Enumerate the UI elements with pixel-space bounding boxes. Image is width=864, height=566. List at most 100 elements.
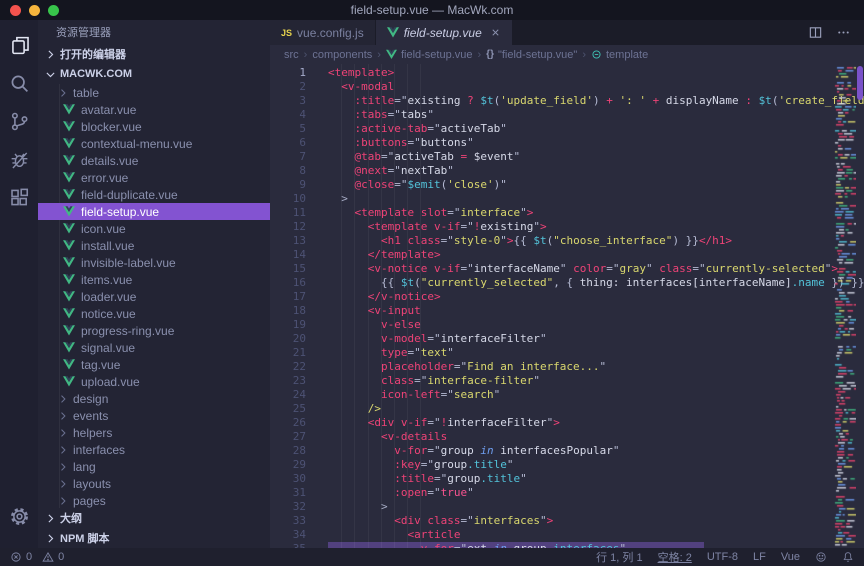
file-item-signal.vue[interactable]: signal.vue — [38, 339, 270, 356]
folder-item-table[interactable]: table — [38, 84, 270, 101]
file-item-upload.vue[interactable]: upload.vue — [38, 373, 270, 390]
breadcrumb-item-src[interactable]: src — [284, 49, 299, 61]
file-item-field-duplicate.vue[interactable]: field-duplicate.vue — [38, 186, 270, 203]
file-item-progress-ring.vue[interactable]: progress-ring.vue — [38, 322, 270, 339]
code-line[interactable]: :key="group.title" — [328, 458, 864, 472]
code-line[interactable]: <template v-if="!existing"> — [328, 220, 864, 234]
code-line[interactable]: icon-left="search" — [328, 388, 864, 402]
breadcrumb-item-components[interactable]: components — [312, 49, 372, 61]
breadcrumb-item-field-setup.vue[interactable]: {}"field-setup.vue" — [486, 49, 577, 61]
file-item-avatar.vue[interactable]: avatar.vue — [38, 101, 270, 118]
status-Vue[interactable]: Vue — [781, 551, 800, 563]
code-line[interactable]: v-for="group in interfacesPopular" — [328, 444, 864, 458]
code-line[interactable]: :title="existing ? $t('update_field') + … — [328, 94, 864, 108]
scrollbar-thumb[interactable] — [857, 66, 863, 100]
activity-extensions[interactable] — [0, 181, 38, 219]
code-line[interactable]: class="interface-filter" — [328, 374, 864, 388]
folder-item-design[interactable]: design — [38, 390, 270, 407]
code-line[interactable]: <v-notice v-if="interfaceName" color="gr… — [328, 262, 864, 276]
folder-item-lang[interactable]: lang — [38, 458, 270, 475]
panel-大纲[interactable]: 大纲 — [38, 508, 270, 528]
line-number: 2 — [270, 80, 306, 94]
feedback-button[interactable] — [815, 551, 827, 563]
code-line[interactable]: <template> — [328, 66, 864, 80]
problems-status[interactable]: 00 — [10, 551, 64, 563]
code-line[interactable]: <v-details — [328, 430, 864, 444]
code-line[interactable]: type="text" — [328, 346, 864, 360]
tab-field-setup.vue[interactable]: field-setup.vue — [376, 20, 513, 45]
open-editors-section[interactable]: 打开的编辑器 — [38, 44, 270, 64]
folder-item-pages[interactable]: pages — [38, 492, 270, 508]
activity-search[interactable] — [0, 67, 38, 105]
code-line[interactable]: :active-tab="activeTab" — [328, 122, 864, 136]
file-item-contextual-menu.vue[interactable]: contextual-menu.vue — [38, 135, 270, 152]
code-line[interactable]: /> — [328, 402, 864, 416]
code-line[interactable]: :buttons="buttons" — [328, 136, 864, 150]
code-line[interactable]: <div v-if="!interfaceFilter"> — [328, 416, 864, 430]
code-line[interactable]: <h1 class="style-0">{{ $t("choose_interf… — [328, 234, 864, 248]
breadcrumb-item-template[interactable]: template — [591, 49, 648, 61]
more-actions-button[interactable] — [836, 25, 851, 40]
code-line[interactable]: placeholder="Find an interface..." — [328, 360, 864, 374]
folder-item-helpers[interactable]: helpers — [38, 424, 270, 441]
project-root-section[interactable]: MACWK.COM — [38, 64, 270, 84]
code-line[interactable]: v-for="ext in group.interfaces" — [328, 542, 864, 548]
zoom-window-button[interactable] — [48, 5, 59, 16]
folder-item-events[interactable]: events — [38, 407, 270, 424]
code-line[interactable]: :open="true" — [328, 486, 864, 500]
tab-vue.config.js[interactable]: JSvue.config.js — [270, 20, 376, 45]
code-line[interactable]: v-else — [328, 318, 864, 332]
file-item-icon.vue[interactable]: icon.vue — [38, 220, 270, 237]
code-line[interactable]: <div class="interfaces"> — [328, 514, 864, 528]
split-editor-button[interactable] — [808, 25, 823, 40]
file-item-install.vue[interactable]: install.vue — [38, 237, 270, 254]
code-line[interactable]: </template> — [328, 248, 864, 262]
code-line[interactable]: :tabs="tabs" — [328, 108, 864, 122]
file-item-notice.vue[interactable]: notice.vue — [38, 305, 270, 322]
folder-item-interfaces[interactable]: interfaces — [38, 441, 270, 458]
file-item-invisible-label.vue[interactable]: invisible-label.vue — [38, 254, 270, 271]
status-2[interactable]: 空格: 2 — [658, 549, 692, 565]
token: $t — [480, 94, 493, 107]
status-UTF8[interactable]: UTF-8 — [707, 551, 738, 563]
code-line[interactable]: <template slot="interface"> — [328, 206, 864, 220]
file-item-items.vue[interactable]: items.vue — [38, 271, 270, 288]
code-line[interactable]: @tab="activeTab = $event" — [328, 150, 864, 164]
code-line[interactable]: @close="$emit('close')" — [328, 178, 864, 192]
activity-explorer[interactable] — [0, 29, 38, 67]
status-LF[interactable]: LF — [753, 551, 766, 563]
file-item-field-setup.vue[interactable]: field-setup.vue — [38, 203, 270, 220]
status-11[interactable]: 行 1, 列 1 — [596, 549, 642, 565]
code-line[interactable]: </v-notice> — [328, 290, 864, 304]
notifications-button[interactable] — [842, 551, 854, 563]
code-content[interactable]: <template> <v-modal :title="existing ? $… — [320, 64, 864, 548]
breadcrumb-item-field-setup.vue[interactable]: field-setup.vue — [386, 49, 473, 61]
close-window-button[interactable] — [10, 5, 21, 16]
minimize-window-button[interactable] — [29, 5, 40, 16]
folder-item-layouts[interactable]: layouts — [38, 475, 270, 492]
panel-NPM 脚本[interactable]: NPM 脚本 — [38, 528, 270, 548]
file-item-details.vue[interactable]: details.vue — [38, 152, 270, 169]
line-number: 13 — [270, 234, 306, 248]
file-item-error.vue[interactable]: error.vue — [38, 169, 270, 186]
code-line[interactable]: > — [328, 192, 864, 206]
minimap[interactable] — [834, 64, 856, 548]
close-icon[interactable] — [490, 27, 501, 38]
code-line[interactable]: <article — [328, 528, 864, 542]
file-item-loader.vue[interactable]: loader.vue — [38, 288, 270, 305]
activity-source-control[interactable] — [0, 105, 38, 143]
activity-debug[interactable] — [0, 143, 38, 181]
code-line[interactable]: {{ $t("currently_selected", { thing: int… — [328, 276, 864, 290]
file-item-blocker.vue[interactable]: blocker.vue — [38, 118, 270, 135]
code-line[interactable]: :title="group.title" — [328, 472, 864, 486]
vue-icon — [63, 240, 75, 251]
code-editor[interactable]: 1234567891011121314151617181920212223242… — [270, 64, 864, 548]
code-line[interactable]: <v-modal — [328, 80, 864, 94]
code-line[interactable]: v-model="interfaceFilter" — [328, 332, 864, 346]
code-line[interactable]: > — [328, 500, 864, 514]
file-item-tag.vue[interactable]: tag.vue — [38, 356, 270, 373]
activity-settings[interactable] — [0, 500, 38, 538]
token: search — [454, 388, 494, 401]
code-line[interactable]: <v-input — [328, 304, 864, 318]
code-line[interactable]: @next="nextTab" — [328, 164, 864, 178]
